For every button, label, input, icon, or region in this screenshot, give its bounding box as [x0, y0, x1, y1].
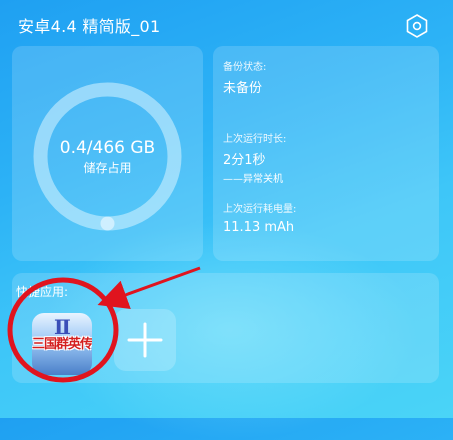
add-app-button[interactable] — [114, 309, 176, 371]
storage-label: 储存占用 — [83, 161, 132, 175]
runtime-label: 上次运行时长: — [223, 134, 287, 145]
quick-apps-card: 快捷应用: Ⅱ 三国群英传 — [12, 273, 439, 383]
app-shortcut-sanguo[interactable]: Ⅱ 三国群英传 — [32, 313, 92, 375]
storage-card: 0.4/466 GB 储存占用 — [12, 46, 203, 261]
settings-icon[interactable] — [404, 13, 430, 39]
backup-status-value: 未备份 — [223, 81, 263, 96]
power-label: 上次运行耗电量: — [223, 204, 297, 215]
runtime-note: ——异常关机 — [223, 174, 283, 185]
plus-icon — [127, 322, 163, 358]
app-icon-title: 三国群英传 — [32, 337, 92, 352]
storage-value: 0.4/466 GB — [59, 138, 156, 158]
backup-status-label: 备份状态: — [223, 62, 267, 73]
quick-apps-label: 快捷应用: — [16, 285, 69, 299]
power-value: 11.13 mAh — [223, 220, 295, 235]
storage-ring-progress-knob — [100, 216, 115, 231]
runtime-value: 2分1秒 — [223, 153, 266, 168]
page-title: 安卓4.4 精简版_01 — [18, 17, 161, 36]
status-card: 备份状态: 未备份 上次运行时长: 2分1秒 ——异常关机 上次运行耗电量: 1… — [213, 46, 439, 261]
